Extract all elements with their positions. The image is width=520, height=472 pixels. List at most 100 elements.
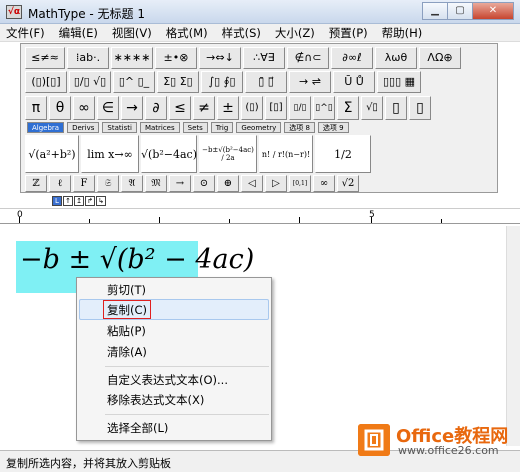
sums-palette[interactable]: Σ▯ Σ▯ [157, 71, 199, 93]
tab-algebra[interactable]: Algebra [27, 122, 65, 133]
operators-palette[interactable]: ±•⊗ [155, 47, 197, 69]
blank-slot-button-2[interactable]: ▯ [409, 96, 431, 120]
context-remove-text[interactable]: 移除表达式文本(X) [107, 391, 204, 409]
menu-help[interactable]: 帮助(H) [382, 25, 423, 41]
greek-upper-palette[interactable]: ΛΩ⊕ [419, 47, 461, 69]
symbol-m[interactable]: 𝔐 [145, 175, 167, 192]
context-paste[interactable]: 粘贴(P) [107, 322, 146, 340]
align-left-icon[interactable]: L [52, 196, 62, 206]
pi-button[interactable]: π [25, 96, 47, 120]
matrices-palette[interactable]: ▯▯▯ ▦ [377, 71, 421, 93]
integrals-palette[interactable]: ∫▯ ∮▯ [201, 71, 243, 93]
maximize-button[interactable]: ▢ [447, 2, 473, 20]
infinity-button[interactable]: ∞ [73, 96, 95, 120]
template-hypotenuse[interactable]: √(a²+b²) [25, 135, 79, 173]
brackets-button[interactable]: [▯] [265, 96, 287, 120]
symbol-sqrt2[interactable]: √2 [337, 175, 359, 192]
vertical-scrollbar[interactable] [506, 226, 520, 446]
symbol-f[interactable]: F [73, 175, 95, 192]
scripts-palette[interactable]: ▯^ ▯_ [113, 71, 155, 93]
tab-statistics[interactable]: Statisti [102, 122, 137, 133]
menu-size[interactable]: 大小(Z) [275, 25, 315, 41]
symbol-oplus[interactable]: ⊕ [217, 175, 239, 192]
template-quadratic-formula[interactable]: −b±√(b²−4ac) / 2a [199, 135, 257, 173]
fences-palette[interactable]: (▯)[▯] [25, 71, 67, 93]
context-select-all[interactable]: 选择全部(L) [107, 419, 168, 437]
relations-palette[interactable]: ≤≠≈ [25, 47, 65, 69]
symbol-arrow[interactable]: → [169, 175, 191, 192]
template-row: √(a²+b²) lim x→∞ √(b²−4ac) −b±√(b²−4ac) … [25, 135, 373, 173]
symbol-interval[interactable]: [0,1] [289, 175, 311, 192]
watermark-url: www.office26.com [398, 444, 499, 457]
right-arrow-button[interactable]: → [121, 96, 143, 120]
close-button[interactable]: ✕ [472, 2, 514, 20]
fractions-palette[interactable]: ▯/▯ √▯ [69, 71, 111, 93]
symbol-triangle-right[interactable]: ▷ [265, 175, 287, 192]
equation-toolbar: ≤≠≈ ⁞ab·. ∗∗∗∗ ±•⊗ →⇔↓ ∴∀∃ ∉∩⊂ ∂∞ℓ λωθ Λ… [20, 43, 498, 193]
bars-palette[interactable]: ▯̄ ▯⃗ [245, 71, 287, 93]
template-combination[interactable]: n! / r!(n−r)! [259, 135, 313, 173]
tab-geometry[interactable]: Geometry [236, 122, 282, 133]
mathtype-app-icon[interactable]: √α [6, 5, 22, 19]
plus-minus-button[interactable]: ± [217, 96, 239, 120]
align-right-icon[interactable]: ↱ [85, 196, 95, 206]
less-equal-button[interactable]: ≤ [169, 96, 191, 120]
menu-separator [105, 366, 269, 367]
align-decimal-icon[interactable]: ↳ [96, 196, 106, 206]
context-clear[interactable]: 清除(A) [107, 343, 147, 361]
not-equal-button[interactable]: ≠ [193, 96, 215, 120]
symbol-a[interactable]: 𝔄 [121, 175, 143, 192]
symbol-triangle-left[interactable]: ◁ [241, 175, 263, 192]
tab-matrices[interactable]: Matrices [139, 122, 180, 133]
template-discriminant[interactable]: √(b²−4ac) [141, 135, 197, 173]
theta-button[interactable]: θ [49, 96, 71, 120]
misc-palette[interactable]: ∂∞ℓ [331, 47, 373, 69]
labeled-arrows-palette[interactable]: → ⇌ [289, 71, 331, 93]
products-palette[interactable]: Ū Ů [333, 71, 375, 93]
template-limit[interactable]: lim x→∞ [81, 135, 139, 173]
menu-file[interactable]: 文件(F) [6, 25, 45, 41]
tab-option-8[interactable]: 选项 8 [284, 122, 315, 133]
menu-format[interactable]: 格式(M) [166, 25, 208, 41]
logic-palette[interactable]: ∴∀∃ [243, 47, 285, 69]
align-center-icon[interactable]: ↥ [74, 196, 84, 206]
office-logo-icon [358, 424, 390, 456]
sets-palette[interactable]: ∉∩⊂ [287, 47, 329, 69]
context-custom-text[interactable]: 自定义表达式文本(O)... [107, 371, 228, 389]
context-menu: 剪切(T) 复制(C) 粘贴(P) 清除(A) 自定义表达式文本(O)... 移… [76, 277, 272, 441]
symbol-k[interactable]: ℓ [49, 175, 71, 192]
context-copy[interactable]: 复制(C) [107, 301, 147, 319]
parentheses-button[interactable]: (▯) [241, 96, 263, 120]
menu-preferences[interactable]: 预置(P) [329, 25, 368, 41]
tab-option-9[interactable]: 选项 9 [317, 122, 349, 133]
context-cut[interactable]: 剪切(T) [107, 281, 146, 299]
embellishments-palette[interactable]: ∗∗∗∗ [111, 47, 153, 69]
element-of-button[interactable]: ∈ [97, 96, 119, 120]
spaces-palette[interactable]: ⁞ab·. [67, 47, 109, 69]
window-title: MathType - 无标题 1 [28, 7, 145, 21]
fraction-button[interactable]: ▯/▯ [289, 96, 311, 120]
equation-text[interactable]: −b ± √(b² − 4ac) [20, 244, 254, 275]
arrows-palette[interactable]: →⇔↓ [199, 47, 241, 69]
template-one-half[interactable]: 1/2 [315, 135, 371, 173]
align-up-icon[interactable]: ↑ [63, 196, 73, 206]
symbol-z[interactable]: ℤ [25, 175, 47, 192]
menu-view[interactable]: 视图(V) [112, 25, 152, 41]
minimize-button[interactable]: ▁ [422, 2, 448, 20]
symbol-infinity[interactable]: ∞ [313, 175, 335, 192]
tab-derivs[interactable]: Derivs [67, 122, 100, 133]
symbol-odot[interactable]: ⊙ [193, 175, 215, 192]
tab-sets[interactable]: Sets [182, 122, 208, 133]
menu-style[interactable]: 样式(S) [222, 25, 261, 41]
sqrt-button[interactable]: √▯ [361, 96, 383, 120]
superscript-button[interactable]: ▯^▯ [313, 96, 335, 120]
tab-trig[interactable]: Trig [210, 122, 234, 133]
menu-edit[interactable]: 编辑(E) [59, 25, 98, 41]
summation-button[interactable]: Σ [337, 96, 359, 120]
partial-button[interactable]: ∂ [145, 96, 167, 120]
menu-separator-2 [105, 414, 269, 415]
greek-lower-palette[interactable]: λωθ [375, 47, 417, 69]
template-tabs: Algebra Derivs Statisti Matrices Sets Tr… [27, 122, 352, 133]
symbol-s[interactable]: 𝔖 [97, 175, 119, 192]
blank-slot-button[interactable]: ▯ [385, 96, 407, 120]
